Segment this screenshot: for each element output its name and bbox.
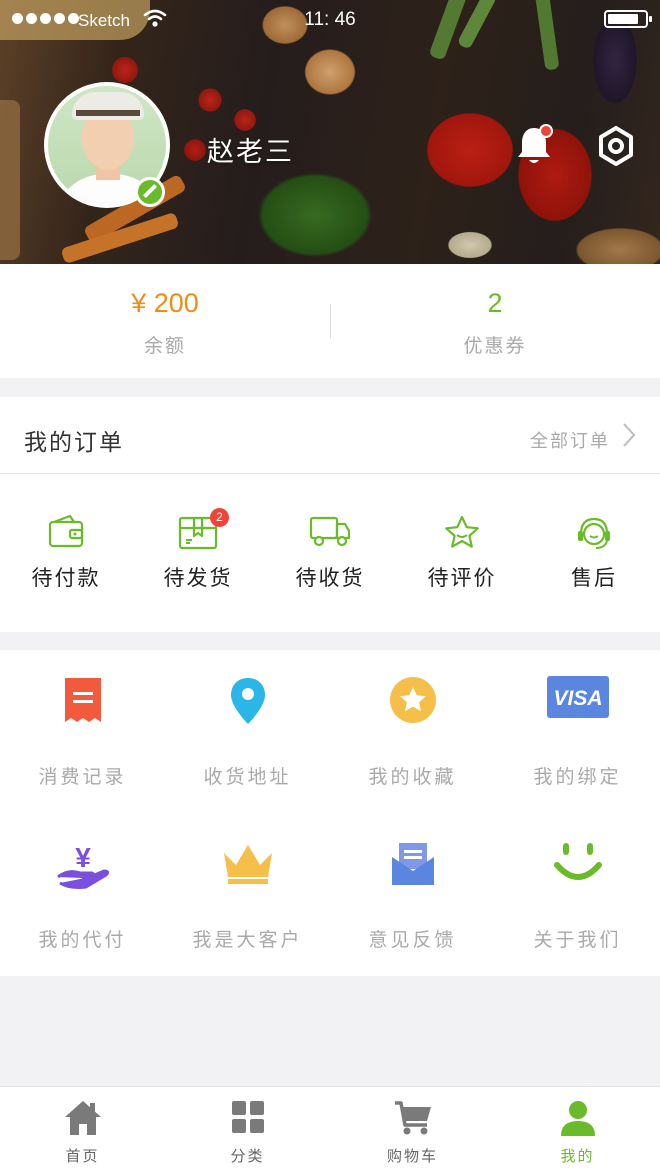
service-my-bindings-label: 我的绑定 bbox=[533, 766, 622, 788]
receipt-icon bbox=[64, 678, 101, 722]
headset-icon bbox=[578, 517, 610, 549]
order-pending-receipt-label: 待收货 bbox=[295, 566, 365, 590]
star-icon bbox=[445, 515, 479, 548]
home-icon bbox=[64, 1101, 101, 1135]
services-grid: 消费记录 收货地址 我的收藏 VISA 我的绑定 ¥ 我的代付 我是大客户 意见… bbox=[0, 650, 660, 976]
service-about-us-label: 关于我们 bbox=[533, 929, 622, 951]
grid-icon bbox=[231, 1101, 264, 1133]
battery-icon bbox=[604, 10, 652, 28]
service-my-favorites[interactable]: 我的收藏 bbox=[330, 650, 495, 813]
service-feedback-label: 意见反馈 bbox=[368, 929, 457, 951]
tab-category-label: 分类 bbox=[230, 1147, 265, 1165]
tab-cart[interactable]: 购物车 bbox=[330, 1087, 495, 1174]
favorite-icon bbox=[389, 677, 436, 723]
notification-dot bbox=[539, 124, 553, 138]
service-about-us[interactable]: 关于我们 bbox=[495, 813, 660, 976]
visa-icon: VISA bbox=[546, 676, 609, 718]
crown-icon bbox=[223, 845, 272, 884]
order-pending-shipment[interactable]: 2 待发货 bbox=[132, 474, 264, 632]
order-after-sales-label: 售后 bbox=[571, 566, 617, 590]
service-big-customer-label: 我是大客户 bbox=[192, 929, 303, 951]
orders-title: 我的订单 bbox=[24, 430, 124, 456]
wallet-summary: ¥ 200 余额 2 优惠券 bbox=[0, 264, 660, 378]
settings-gear-icon[interactable] bbox=[596, 126, 636, 166]
tab-mine-label: 我的 bbox=[560, 1147, 595, 1165]
truck-icon bbox=[309, 516, 351, 547]
coupon-label: 优惠券 bbox=[463, 335, 527, 357]
order-pending-shipment-label: 待发货 bbox=[163, 566, 233, 590]
tab-category[interactable]: 分类 bbox=[165, 1087, 330, 1174]
order-pending-review-label: 待评价 bbox=[427, 566, 497, 590]
divider bbox=[330, 304, 331, 338]
status-time: 11: 46 bbox=[304, 9, 356, 30]
order-after-sales[interactable]: 售后 bbox=[528, 474, 660, 632]
coupon-count: 2 bbox=[487, 288, 503, 318]
svg-text:¥: ¥ bbox=[75, 842, 91, 873]
my-orders-section: 我的订单 全部订单 待付款 2 待发货 待收货 待评价 售后 bbox=[0, 397, 660, 632]
yen-hand-icon: ¥ bbox=[56, 842, 109, 889]
chevron-right-icon[interactable] bbox=[622, 422, 636, 448]
tab-mine[interactable]: 我的 bbox=[495, 1087, 660, 1174]
edit-avatar-icon[interactable] bbox=[135, 177, 165, 207]
service-pay-for-me-label: 我的代付 bbox=[38, 929, 127, 951]
mail-icon bbox=[391, 843, 434, 885]
svg-text:VISA: VISA bbox=[553, 687, 602, 710]
service-big-customer[interactable]: 我是大客户 bbox=[165, 813, 330, 976]
pending-shipment-badge: 2 bbox=[210, 508, 229, 527]
service-my-bindings[interactable]: VISA 我的绑定 bbox=[495, 650, 660, 813]
service-feedback[interactable]: 意见反馈 bbox=[330, 813, 495, 976]
location-icon bbox=[230, 678, 265, 724]
service-my-favorites-label: 我的收藏 bbox=[368, 766, 457, 788]
service-shipping-address[interactable]: 收货地址 bbox=[165, 650, 330, 813]
wallet-icon bbox=[48, 514, 84, 548]
tab-home[interactable]: 首页 bbox=[0, 1087, 165, 1174]
service-shipping-address-label: 收货地址 bbox=[203, 766, 292, 788]
balance-amount: ¥ 200 bbox=[131, 288, 199, 318]
order-pending-payment[interactable]: 待付款 bbox=[0, 474, 132, 632]
smile-icon bbox=[553, 843, 602, 880]
tab-home-label: 首页 bbox=[65, 1147, 100, 1165]
username: 赵老三 bbox=[207, 137, 294, 168]
balance-cell[interactable]: ¥ 200 余额 bbox=[0, 264, 330, 378]
coupon-cell[interactable]: 2 优惠券 bbox=[330, 264, 660, 378]
user-icon bbox=[560, 1101, 595, 1136]
order-pending-review[interactable]: 待评价 bbox=[396, 474, 528, 632]
service-consumption-records[interactable]: 消费记录 bbox=[0, 650, 165, 813]
balance-label: 余额 bbox=[143, 335, 186, 357]
profile-header: Sketch 11: 46 赵老三 bbox=[0, 0, 660, 264]
service-consumption-records-label: 消费记录 bbox=[38, 766, 127, 788]
service-pay-for-me[interactable]: ¥ 我的代付 bbox=[0, 813, 165, 976]
order-pending-receipt[interactable]: 待收货 bbox=[264, 474, 396, 632]
bottom-tab-bar: 首页 分类 购物车 我的 bbox=[0, 1086, 660, 1174]
all-orders-link[interactable]: 全部订单 bbox=[530, 427, 610, 453]
status-bar: Sketch 11: 46 bbox=[0, 0, 660, 40]
tab-cart-label: 购物车 bbox=[386, 1147, 438, 1165]
cart-icon bbox=[394, 1101, 431, 1135]
order-pending-payment-label: 待付款 bbox=[31, 566, 101, 590]
orders-header: 我的订单 全部订单 bbox=[0, 397, 660, 474]
